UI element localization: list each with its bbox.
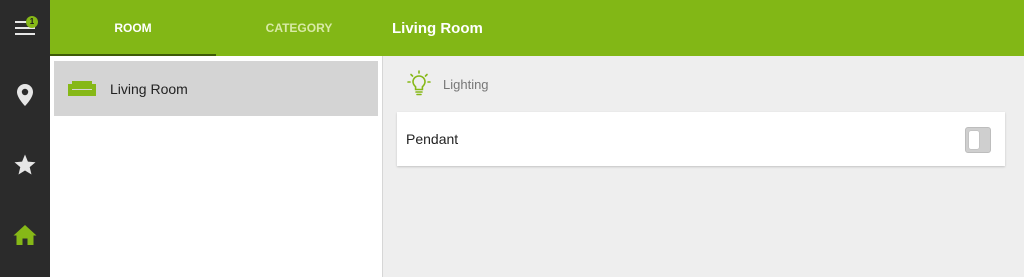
device-label: Pendant bbox=[406, 131, 459, 147]
menu-button[interactable]: 1 bbox=[0, 4, 50, 54]
top-bar: ROOM CATEGORY Living Room bbox=[50, 0, 1024, 56]
tab-category[interactable]: CATEGORY bbox=[216, 0, 382, 56]
page-title: Living Room bbox=[392, 19, 483, 37]
notification-badge: 1 bbox=[26, 16, 38, 28]
device-toggle[interactable] bbox=[965, 127, 991, 153]
sofa-icon bbox=[68, 79, 96, 99]
device-panel: Lighting Pendant bbox=[383, 56, 1024, 277]
navigation-rail: 1 bbox=[0, 0, 50, 277]
room-list: Living Room bbox=[50, 56, 382, 277]
favorites-button[interactable] bbox=[0, 142, 50, 192]
tab-room[interactable]: ROOM bbox=[50, 0, 216, 56]
star-icon bbox=[13, 153, 37, 182]
room-item-living-room[interactable]: Living Room bbox=[54, 61, 378, 116]
lighting-group-header: Lighting bbox=[407, 70, 489, 98]
map-pin-icon bbox=[16, 83, 34, 112]
locations-button[interactable] bbox=[0, 72, 50, 122]
room-item-label: Living Room bbox=[110, 80, 188, 97]
tab-category-label: CATEGORY bbox=[265, 21, 333, 35]
tab-room-label: ROOM bbox=[114, 21, 152, 35]
device-card-pendant: Pendant bbox=[397, 112, 1005, 166]
group-label: Lighting bbox=[443, 76, 489, 92]
toggle-knob bbox=[969, 131, 979, 149]
home-icon bbox=[12, 223, 38, 252]
lightbulb-icon bbox=[407, 70, 431, 98]
home-button[interactable] bbox=[0, 212, 50, 262]
